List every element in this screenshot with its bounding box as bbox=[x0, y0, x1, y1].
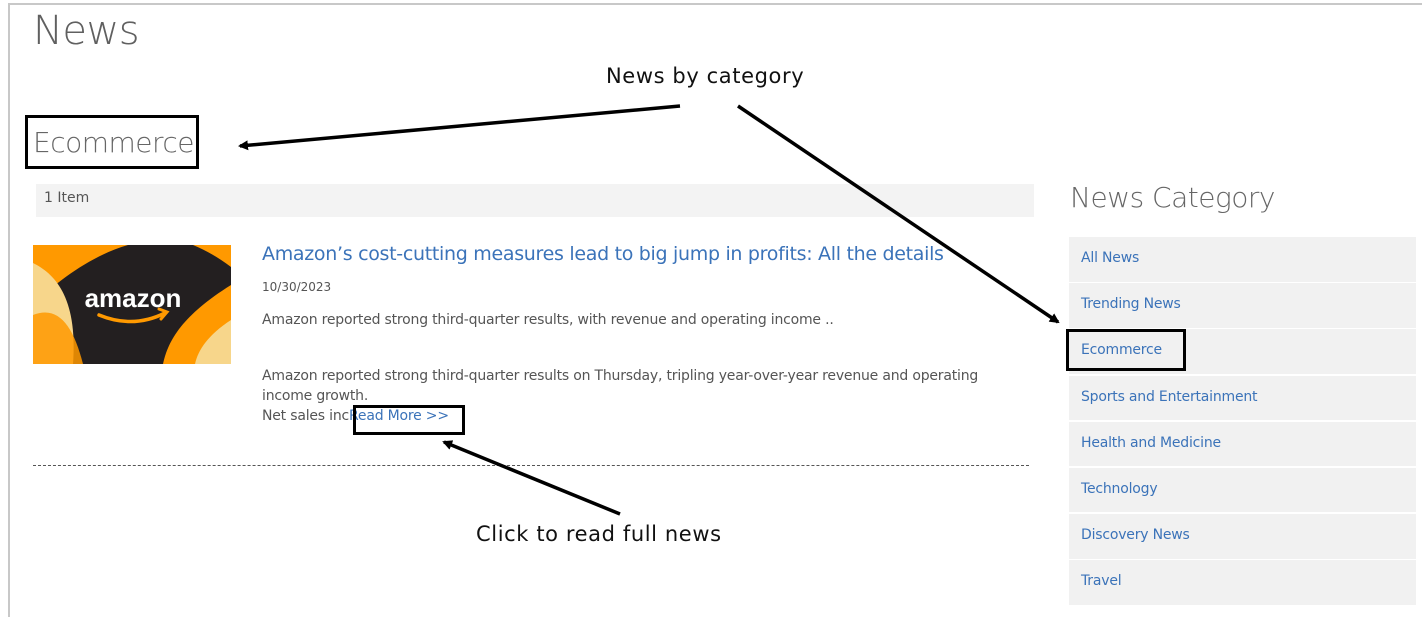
category-item-technology[interactable]: Technology bbox=[1069, 467, 1416, 513]
category-label[interactable]: Health and Medicine bbox=[1081, 435, 1221, 451]
category-label[interactable]: Trending News bbox=[1081, 296, 1181, 312]
category-label[interactable]: Travel bbox=[1081, 573, 1122, 589]
sidebar-title: News Category bbox=[1070, 181, 1276, 214]
arrow-to-read-more bbox=[442, 440, 621, 516]
category-item-health-medicine[interactable]: Health and Medicine bbox=[1069, 421, 1416, 467]
category-item-travel[interactable]: Travel bbox=[1069, 560, 1416, 605]
category-label[interactable]: Discovery News bbox=[1081, 527, 1190, 543]
active-category-highlight bbox=[1066, 329, 1186, 371]
arrow-to-sidebar-category bbox=[737, 104, 1060, 324]
category-label[interactable]: Technology bbox=[1081, 481, 1158, 497]
arrow-to-category-heading bbox=[238, 104, 681, 151]
category-item-sports-entertainment[interactable]: Sports and Entertainment bbox=[1069, 375, 1416, 421]
category-label[interactable]: Sports and Entertainment bbox=[1081, 389, 1258, 405]
category-item-all-news[interactable]: All News bbox=[1069, 237, 1416, 282]
category-list: All News Trending News Ecommerce Sports … bbox=[1069, 237, 1416, 607]
category-item-trending-news[interactable]: Trending News bbox=[1069, 283, 1416, 328]
category-item-discovery-news[interactable]: Discovery News bbox=[1069, 514, 1416, 559]
category-label[interactable]: All News bbox=[1081, 250, 1139, 266]
